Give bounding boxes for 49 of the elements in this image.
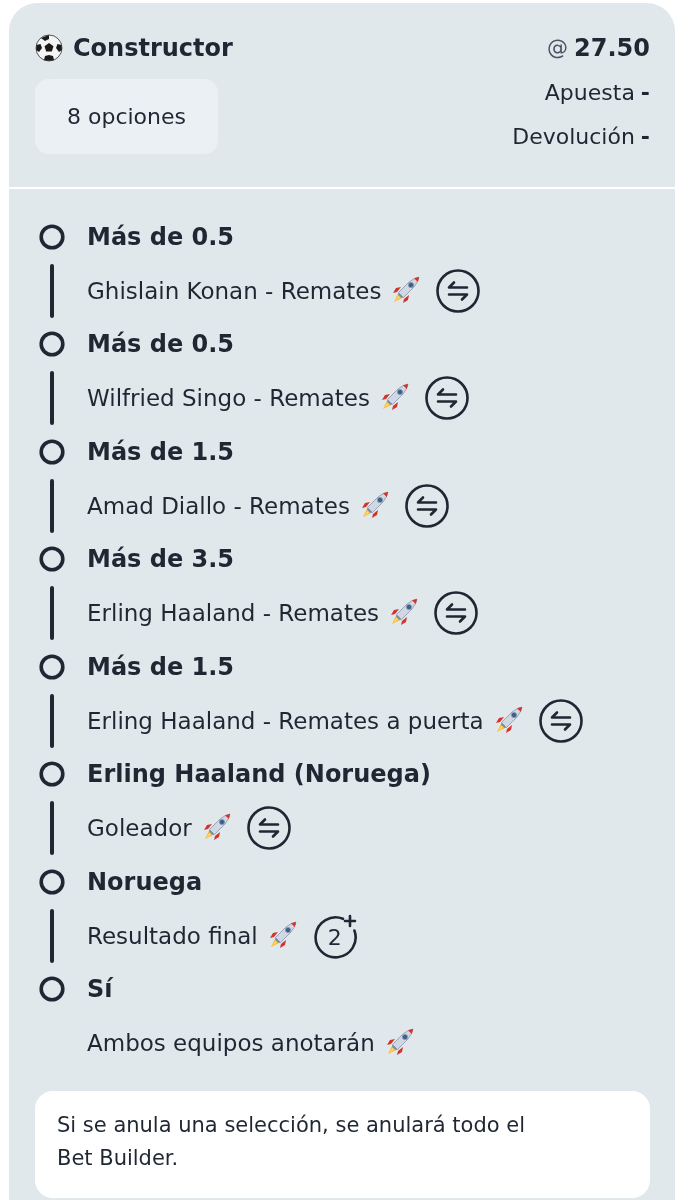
market-label: Erling Haaland - Remates — [87, 600, 380, 626]
connector-line — [50, 908, 54, 963]
market-label: Resultado final — [87, 922, 258, 949]
selection-ring-icon — [39, 976, 65, 1003]
selection-title: Noruega — [87, 867, 203, 896]
swap-icon[interactable] — [537, 697, 584, 744]
connector-line — [50, 263, 54, 318]
notice-text: Si se anula una selección, se anulará todo el Bet Builder. — [57, 1112, 527, 1172]
selection-title: Sí — [87, 975, 113, 1004]
connector-line — [50, 801, 54, 855]
swap-icon[interactable] — [403, 482, 450, 529]
connector-line — [50, 371, 54, 425]
market-label: Goleador — [87, 815, 192, 841]
selection-ring-icon — [39, 761, 65, 788]
stake-label: Apuesta — [544, 79, 635, 105]
extra-options-button[interactable]: 2 — [311, 912, 358, 959]
swap-icon[interactable] — [245, 805, 292, 851]
connector-line — [50, 693, 54, 748]
market-label: Amad Diallo - Remates — [87, 492, 350, 519]
selection-title: Erling Haaland (Noruega) — [87, 760, 431, 789]
selection-ring-icon — [39, 546, 65, 573]
selection-ring-icon — [39, 868, 65, 895]
connector-line — [50, 478, 54, 533]
odds-prefix: @ — [547, 36, 569, 60]
card-title: Constructor — [73, 34, 233, 62]
selection-ring-icon — [39, 223, 65, 250]
selection-ring-icon — [39, 653, 65, 680]
swap-icon[interactable] — [423, 375, 470, 421]
swap-icon[interactable] — [433, 590, 480, 636]
selection-title: Más de 0.5 — [87, 330, 235, 359]
return-value: - — [640, 123, 650, 149]
soccer-ball-icon — [35, 34, 63, 62]
options-count-button[interactable]: 8 opciones — [35, 79, 218, 154]
selection-title: Más de 0.5 — [87, 222, 235, 251]
market-label: Ambos equipos anotarán — [87, 1030, 375, 1056]
selection-ring-icon — [39, 331, 65, 358]
ring-plus-icon — [311, 912, 358, 959]
market-label: Ghislain Konan - Remates — [87, 277, 382, 304]
stake-value: - — [640, 79, 650, 105]
connector-line — [50, 586, 54, 640]
swap-icon[interactable] — [435, 267, 482, 314]
selection-title: Más de 1.5 — [87, 652, 235, 681]
selection-title: Más de 3.5 — [87, 545, 235, 574]
market-label: Wilfried Singo - Remates — [87, 385, 370, 411]
return-label: Devolución — [512, 123, 635, 149]
selection-title: Más de 1.5 — [87, 437, 235, 466]
market-label: Erling Haaland - Remates a puerta — [87, 707, 484, 734]
odds-value: 27.50 — [574, 34, 650, 62]
selection-ring-icon — [39, 438, 65, 465]
